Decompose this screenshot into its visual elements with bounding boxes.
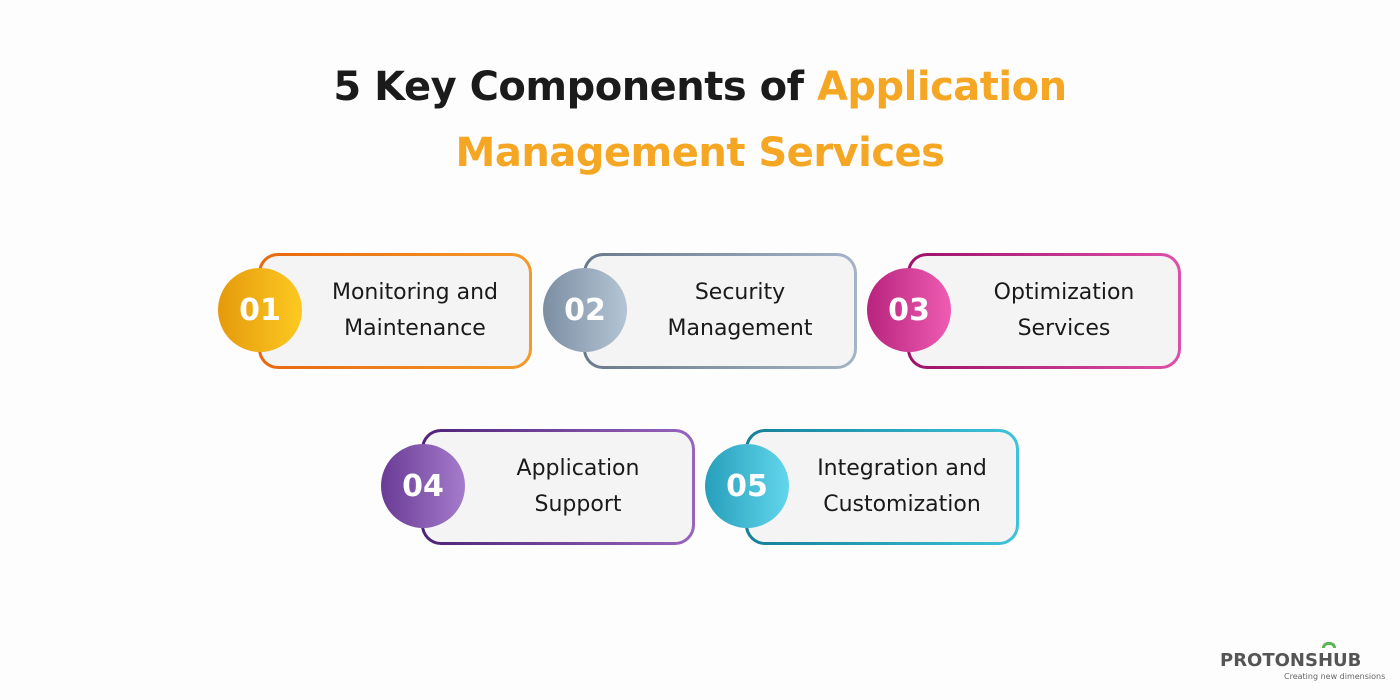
component-label: Application Support bbox=[517, 451, 640, 523]
number-badge-2: 02 bbox=[543, 268, 627, 352]
number-badge-1: 01 bbox=[218, 268, 302, 352]
label-line-1: Optimization bbox=[993, 280, 1135, 305]
number-badge-5: 05 bbox=[705, 444, 789, 528]
title-highlight: Application bbox=[816, 64, 1067, 110]
logo-wordmark: PROTONSHUB bbox=[1220, 650, 1362, 671]
number-badge-3: 03 bbox=[867, 268, 951, 352]
component-label: Security Management bbox=[668, 275, 813, 347]
component-label: Integration and Customization bbox=[817, 451, 987, 523]
component-label: Optimization Services bbox=[994, 275, 1135, 347]
logo-tagline: Creating new dimensions bbox=[1284, 672, 1386, 681]
label-line-1: Monitoring and bbox=[331, 280, 499, 305]
brand-logo: PROTONSHUB Creating new dimensions bbox=[1220, 642, 1390, 686]
label-line-1: Security bbox=[694, 280, 786, 305]
page-title-line-1: 5 Key Components of Application bbox=[0, 64, 1400, 110]
label-line-2: Maintenance bbox=[344, 316, 486, 341]
label-line-2: Support bbox=[534, 492, 622, 517]
house-roof-icon bbox=[1322, 642, 1336, 648]
title-part1: 5 Key Components of bbox=[333, 64, 817, 110]
number-badge-4: 04 bbox=[381, 444, 465, 528]
label-line-2: Services bbox=[1017, 316, 1111, 341]
label-line-2: Management bbox=[667, 316, 813, 341]
label-line-1: Application bbox=[516, 456, 640, 481]
label-line-2: Customization bbox=[823, 492, 981, 517]
page-title-line-2: Management Services bbox=[455, 130, 945, 176]
label-line-1: Integration and bbox=[817, 456, 987, 481]
component-label: Monitoring and Maintenance bbox=[332, 275, 498, 347]
